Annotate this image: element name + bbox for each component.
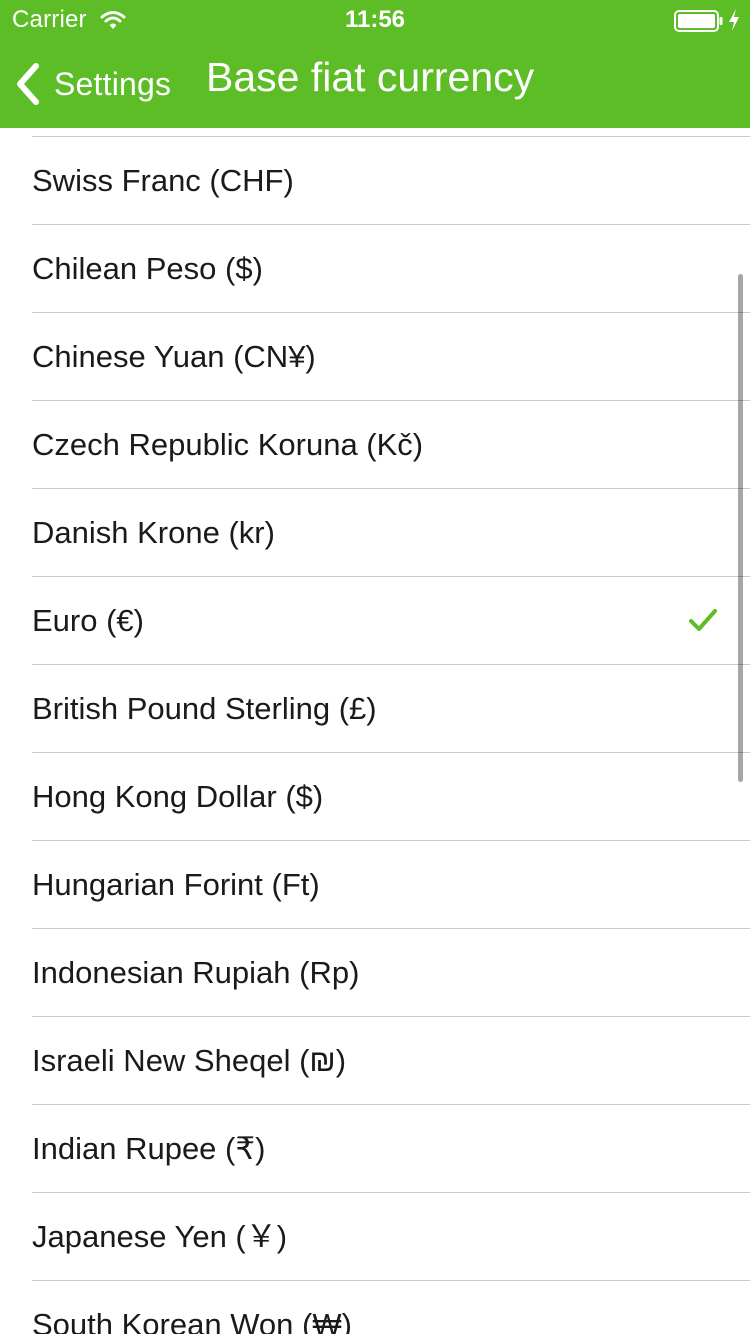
currency-row[interactable]: Hungarian Forint (Ft) bbox=[0, 841, 750, 929]
currency-label: Japanese Yen (￥) bbox=[32, 1219, 288, 1254]
currency-row[interactable]: Danish Krone (kr) bbox=[0, 489, 750, 577]
back-button[interactable]: Settings bbox=[14, 62, 171, 106]
currency-row[interactable]: Chilean Peso ($) bbox=[0, 225, 750, 313]
currency-label: Chinese Yuan (CN¥) bbox=[32, 339, 316, 374]
currency-row[interactable]: Euro (€) bbox=[0, 577, 750, 665]
currency-label: Euro (€) bbox=[32, 603, 144, 638]
currency-label: Danish Krone (kr) bbox=[32, 515, 275, 550]
top-bar: Carrier 11:56 Settings Base fiat currenc… bbox=[0, 0, 750, 128]
currency-row[interactable]: Hong Kong Dollar ($) bbox=[0, 753, 750, 841]
currency-row[interactable]: Swiss Franc (CHF) bbox=[0, 137, 750, 225]
currency-label: Hungarian Forint (Ft) bbox=[32, 867, 320, 902]
chevron-left-icon bbox=[17, 63, 39, 105]
battery-icon bbox=[674, 10, 723, 32]
currency-list[interactable]: Swiss Franc (CHF) Chilean Peso ($) Chinese… bbox=[0, 128, 750, 1334]
currency-label: Swiss Franc (CHF) bbox=[32, 163, 294, 198]
currency-label: South Korean Won (₩) bbox=[32, 1307, 352, 1334]
status-bar: Carrier 11:56 bbox=[0, 0, 750, 40]
back-button-label: Settings bbox=[54, 65, 172, 102]
currency-row[interactable]: Israeli New Sheqel (₪) bbox=[0, 1017, 750, 1105]
checkmark-icon bbox=[689, 609, 717, 631]
currency-row[interactable]: Czech Republic Koruna (Kč) bbox=[0, 401, 750, 489]
currency-label: Indonesian Rupiah (Rp) bbox=[32, 955, 360, 990]
clock: 11:56 bbox=[344, 6, 406, 33]
scroll-indicator bbox=[738, 274, 743, 782]
screen: Carrier 11:56 Settings Base fiat currenc… bbox=[0, 0, 750, 1334]
currency-row[interactable]: British Pound Sterling (£) bbox=[0, 665, 750, 753]
currency-label: British Pound Sterling (£) bbox=[32, 691, 377, 726]
currency-label: Chilean Peso ($) bbox=[32, 251, 263, 286]
currency-label: Czech Republic Koruna (Kč) bbox=[32, 427, 424, 462]
currency-row[interactable]: South Korean Won (₩) bbox=[0, 1281, 750, 1334]
currency-row[interactable]: Indian Rupee (₹) bbox=[0, 1105, 750, 1193]
currency-row[interactable]: Chinese Yuan (CN¥) bbox=[0, 313, 750, 401]
currency-row[interactable]: Indonesian Rupiah (Rp) bbox=[0, 929, 750, 1017]
currency-row[interactable]: Japanese Yen (￥) bbox=[0, 1193, 750, 1281]
currency-label: Indian Rupee (₹) bbox=[32, 1131, 266, 1166]
page-title: Base fiat currency bbox=[206, 54, 535, 100]
charging-bolt-icon bbox=[729, 9, 739, 31]
currency-label: Hong Kong Dollar ($) bbox=[32, 779, 324, 814]
currency-label: Israeli New Sheqel (₪) bbox=[32, 1043, 347, 1078]
navigation-bar: Settings Base fiat currency bbox=[0, 40, 750, 128]
